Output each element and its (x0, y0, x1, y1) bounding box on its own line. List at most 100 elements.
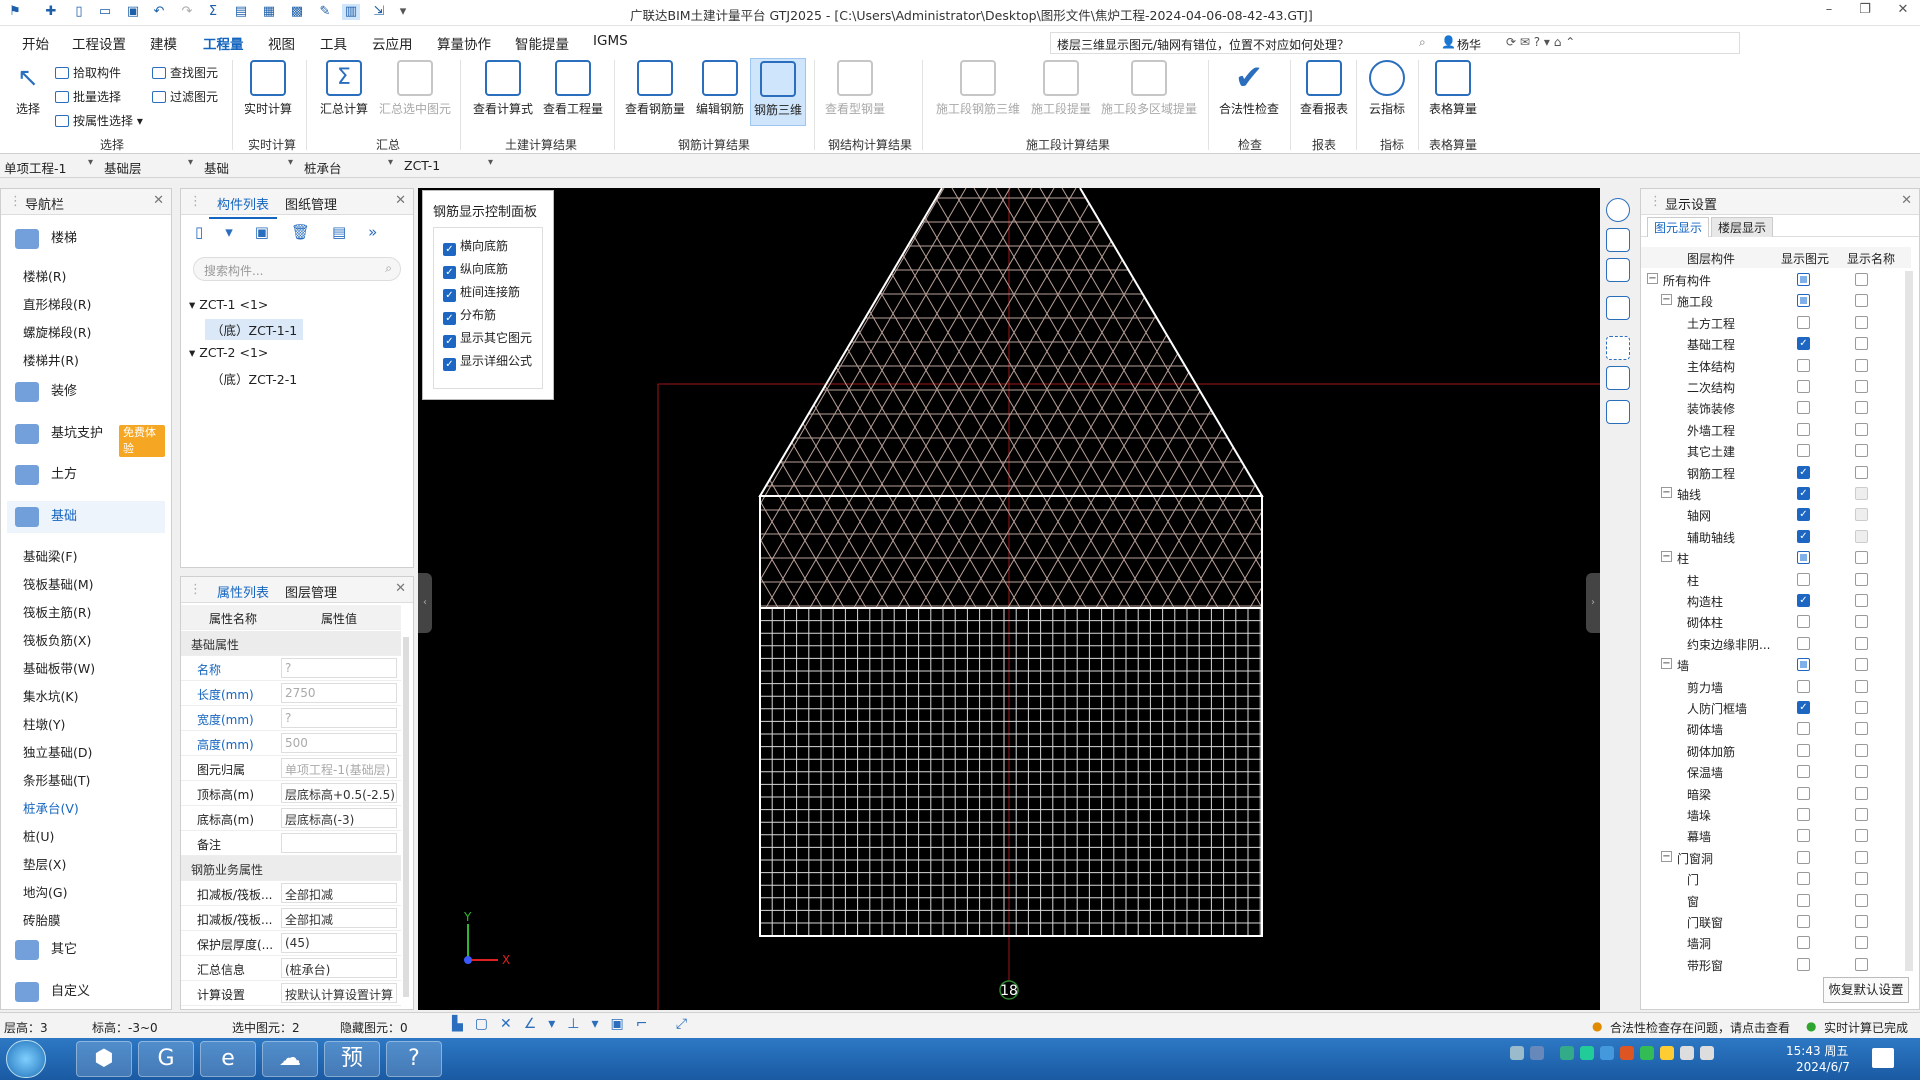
display-layer-row[interactable]: 柱 (1641, 569, 1911, 590)
expand-icon[interactable]: − (1661, 487, 1672, 498)
menu-modeling[interactable]: 建模 (150, 33, 177, 53)
property-value-input[interactable]: 全部扣减 (281, 908, 397, 928)
nav-item-found[interactable]: 基础板带(W) (23, 658, 95, 677)
nav-cat-stairs[interactable]: 楼梯 (7, 223, 165, 255)
show-element-checkbox[interactable] (1797, 401, 1810, 415)
open-folder-icon[interactable]: ▭ (96, 4, 114, 20)
display-layer-row[interactable]: − 门窗洞 (1641, 847, 1911, 868)
help-search-input[interactable]: 楼层三维显示图元/轴网有错位，位置不对应如何处理？ ⌕ 👤 杨华 ⟳ ✉ ? ▾ ⌂ ⌃ (1050, 32, 1740, 54)
tab-floor-display[interactable]: 楼层显示 (1711, 217, 1774, 237)
view-report-button[interactable]: 查看报表 (1296, 58, 1352, 126)
tab-element-display[interactable]: 图元显示 (1647, 217, 1710, 237)
save-icon[interactable]: ▣ (124, 4, 142, 20)
tray-keyboard-icon[interactable] (1510, 1046, 1524, 1060)
show-element-checkbox[interactable]: ✓ (1797, 508, 1810, 522)
menu-igms[interactable]: IGMS (593, 33, 628, 49)
show-name-checkbox[interactable] (1855, 572, 1868, 586)
show-element-checkbox[interactable]: ✓ (1797, 594, 1810, 607)
show-element-checkbox[interactable]: ✓ (1797, 487, 1810, 500)
chk-show-formula[interactable]: ✓ 显示详细公式 (443, 352, 532, 371)
undo-icon[interactable]: ↶ (150, 4, 168, 20)
display-layer-row[interactable]: 窗 (1641, 890, 1911, 911)
show-element-checkbox[interactable] (1797, 658, 1810, 672)
close-icon[interactable]: ✕ (153, 193, 164, 208)
legality-status[interactable]: 合法性检查存在问题，请点击查看 (1610, 1019, 1790, 1036)
show-name-checkbox[interactable] (1855, 957, 1868, 971)
show-element-checkbox[interactable] (1797, 615, 1810, 629)
show-element-checkbox[interactable] (1797, 850, 1810, 864)
show-name-checkbox[interactable] (1855, 358, 1868, 372)
redo-icon[interactable]: ↷ (178, 4, 196, 20)
rebar3d-quick-icon[interactable]: ▥ (342, 4, 360, 20)
view-steel-button[interactable]: 查看型钢量 (822, 58, 888, 126)
pick-component-button[interactable]: 拾取构件 (55, 64, 121, 81)
display-layer-row[interactable]: 人防门框墙 ✓ (1641, 697, 1911, 718)
table-calc-button[interactable]: 表格算量 (1424, 58, 1482, 126)
zoom-object-icon[interactable] (1606, 366, 1630, 390)
chk-horizontal-bottom[interactable]: ✓ 横向底筋 (443, 237, 508, 256)
find-element-button[interactable]: 查找图元 (152, 64, 218, 81)
display-layer-row[interactable]: 钢筋工程 ✓ (1641, 462, 1911, 483)
filter-element-button[interactable]: 过滤图元 (152, 88, 218, 105)
show-name-checkbox[interactable] (1855, 422, 1868, 436)
new-icon[interactable]: ✚ (42, 4, 60, 20)
select-button[interactable]: ↖ 选择 (8, 58, 48, 126)
show-name-checkbox[interactable] (1855, 636, 1868, 650)
nav-item-found[interactable]: 筏板基础(M) (23, 574, 94, 593)
property-value-input[interactable] (281, 833, 397, 853)
layout-icon[interactable]: ▤ (232, 4, 250, 20)
chk-distribution[interactable]: ✓ 分布筋 (443, 306, 496, 325)
display-layer-row[interactable]: − 轴线 ✓ (1641, 483, 1911, 504)
show-name-checkbox[interactable] (1855, 444, 1868, 458)
show-element-checkbox[interactable] (1797, 679, 1810, 693)
tray-network-icon[interactable] (1700, 1046, 1714, 1060)
show-element-checkbox[interactable] (1797, 551, 1810, 565)
collapse-right-handle[interactable]: › (1586, 573, 1600, 633)
show-name-checkbox[interactable] (1855, 872, 1868, 886)
display-scrollbar[interactable] (1905, 271, 1913, 971)
project-dropdown[interactable]: 单项工程-1 (0, 156, 96, 176)
search-icon[interactable]: ⌕ (385, 261, 392, 276)
display-layer-row[interactable]: − 柱 (1641, 547, 1911, 568)
export-icon[interactable]: ⇲ (370, 4, 388, 20)
show-name-checkbox[interactable] (1855, 594, 1868, 607)
show-element-checkbox[interactable]: ✓ (1797, 529, 1810, 543)
tree-node[interactable]: （底）ZCT-2-1 (211, 369, 297, 388)
show-name-checkbox[interactable] (1855, 273, 1868, 286)
expand-icon[interactable]: − (1661, 658, 1672, 670)
property-value-input[interactable]: 按默认计算设置计算 (281, 983, 397, 1003)
display-layer-row[interactable]: 装饰装修 (1641, 397, 1911, 418)
show-name-checkbox[interactable] (1855, 508, 1868, 522)
taskbar-help-icon[interactable]: ? (386, 1041, 442, 1077)
nav-item-found[interactable]: 集水坑(K) (23, 686, 78, 705)
tree-node[interactable]: ▾ ZCT-2 <1> (189, 345, 268, 360)
chk-vertical-bottom[interactable]: ✓ 纵向底筋 (443, 260, 508, 279)
display-layer-row[interactable]: 门联窗 (1641, 911, 1911, 932)
display-layer-row[interactable]: 轴网 ✓ (1641, 504, 1911, 525)
grid2-icon[interactable]: ▩ (288, 4, 306, 20)
show-element-checkbox[interactable] (1797, 273, 1810, 286)
show-name-checkbox[interactable] (1855, 701, 1868, 714)
show-name-checkbox[interactable] (1855, 487, 1868, 500)
tray-app-icon[interactable] (1600, 1046, 1614, 1060)
display-layer-row[interactable]: 保温墙 (1641, 761, 1911, 782)
property-value-input[interactable]: ? (281, 708, 397, 728)
nav-cat-foundation[interactable]: 基础 (7, 501, 165, 533)
orbit-icon[interactable] (1606, 198, 1630, 222)
chat-icons[interactable]: ⟳ ✉ ? ▾ ⌂ ⌃ (1506, 35, 1575, 49)
display-layer-row[interactable]: − 施工段 (1641, 290, 1911, 311)
show-element-checkbox[interactable] (1797, 829, 1810, 843)
property-value-input[interactable]: 500 (281, 733, 397, 753)
display-layer-row[interactable]: 基础工程 ✓ (1641, 333, 1911, 354)
nav-item-pile-cap[interactable]: 桩承台(V) (23, 798, 79, 817)
nav-item-stairs[interactable]: 楼梯(R) (23, 266, 66, 285)
tab-drawing-manage[interactable]: 图纸管理 (285, 194, 337, 213)
display-layer-row[interactable]: 砌体加筋 (1641, 740, 1911, 761)
cube-view-icon[interactable] (1606, 258, 1630, 282)
show-name-checkbox[interactable] (1855, 465, 1868, 479)
view-formula-button[interactable]: 查看计算式 (470, 58, 536, 126)
expand-icon[interactable]: − (1661, 850, 1672, 862)
nav-item-found[interactable]: 砖胎膜 (23, 910, 61, 929)
nav-item-found[interactable]: 条形基础(T) (23, 770, 90, 789)
cube-solid-icon[interactable] (1606, 296, 1630, 320)
